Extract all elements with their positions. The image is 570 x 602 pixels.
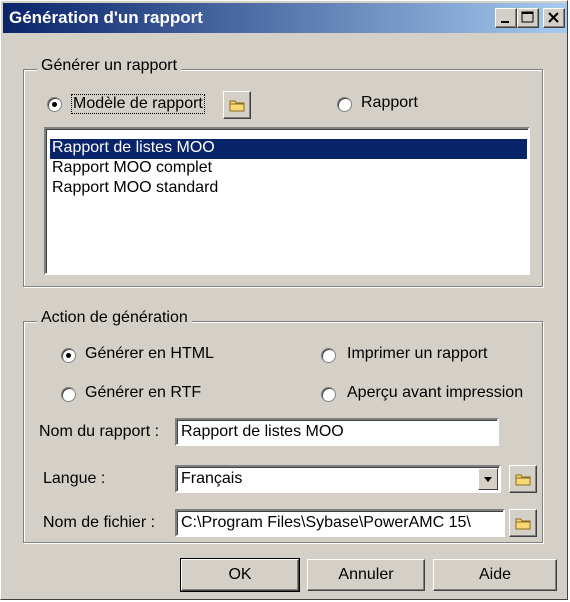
maximize-icon xyxy=(521,11,534,23)
cancel-button[interactable]: Annuler xyxy=(307,559,425,591)
maximize-button[interactable] xyxy=(517,8,539,28)
window-title: Génération d'un rapport xyxy=(9,8,203,27)
help-button[interactable]: Aide xyxy=(433,559,557,591)
list-item[interactable]: Rapport MOO complet xyxy=(50,159,527,179)
template-radio[interactable] xyxy=(47,97,62,112)
html-radio-label[interactable]: Générer en HTML xyxy=(85,345,214,363)
generation-action-legend: Action de génération xyxy=(37,309,192,327)
report-name-input[interactable]: Rapport de listes MOO xyxy=(175,418,499,446)
report-template-list[interactable]: Rapport de listes MOO Rapport MOO comple… xyxy=(44,127,530,275)
preview-radio[interactable] xyxy=(321,387,336,402)
language-dropdown-button[interactable] xyxy=(478,468,498,490)
folder-icon xyxy=(229,100,245,112)
list-item[interactable]: Rapport MOO standard xyxy=(50,179,527,199)
generate-report-legend: Générer un rapport xyxy=(37,57,182,75)
browse-file-button[interactable] xyxy=(509,509,537,537)
language-select[interactable]: Français xyxy=(175,465,501,493)
html-radio[interactable] xyxy=(61,348,76,363)
report-radio-label[interactable]: Rapport xyxy=(361,94,418,112)
language-label: Langue : xyxy=(43,470,106,487)
close-button[interactable] xyxy=(543,8,565,28)
list-item[interactable]: Rapport de listes MOO xyxy=(50,139,527,159)
template-radio-label[interactable]: Modèle de rapport xyxy=(71,94,205,114)
report-dialog: Génération d'un rapport Générer un rappo… xyxy=(0,0,568,600)
print-radio-label[interactable]: Imprimer un rapport xyxy=(347,345,488,363)
chevron-down-icon xyxy=(484,477,492,482)
close-icon xyxy=(548,12,559,23)
language-value: Français xyxy=(181,470,243,487)
report-radio[interactable] xyxy=(337,97,352,112)
ok-button[interactable]: OK xyxy=(180,558,300,592)
folder-icon xyxy=(515,518,531,530)
folder-icon xyxy=(515,474,531,486)
browse-template-button[interactable] xyxy=(223,91,251,119)
title-bar[interactable]: Génération d'un rapport xyxy=(3,3,567,33)
minimize-button[interactable] xyxy=(495,8,517,28)
preview-radio-label[interactable]: Aperçu avant impression xyxy=(347,384,523,402)
print-radio[interactable] xyxy=(321,348,336,363)
browse-language-button[interactable] xyxy=(509,465,537,493)
report-name-label: Nom du rapport : xyxy=(39,423,160,440)
rtf-radio[interactable] xyxy=(61,387,76,402)
rtf-radio-label[interactable]: Générer en RTF xyxy=(85,384,201,402)
filename-input[interactable]: C:\Program Files\Sybase\PowerAMC 15\ xyxy=(175,509,505,537)
filename-label: Nom de fichier : xyxy=(43,514,156,531)
minimize-icon xyxy=(501,21,509,23)
